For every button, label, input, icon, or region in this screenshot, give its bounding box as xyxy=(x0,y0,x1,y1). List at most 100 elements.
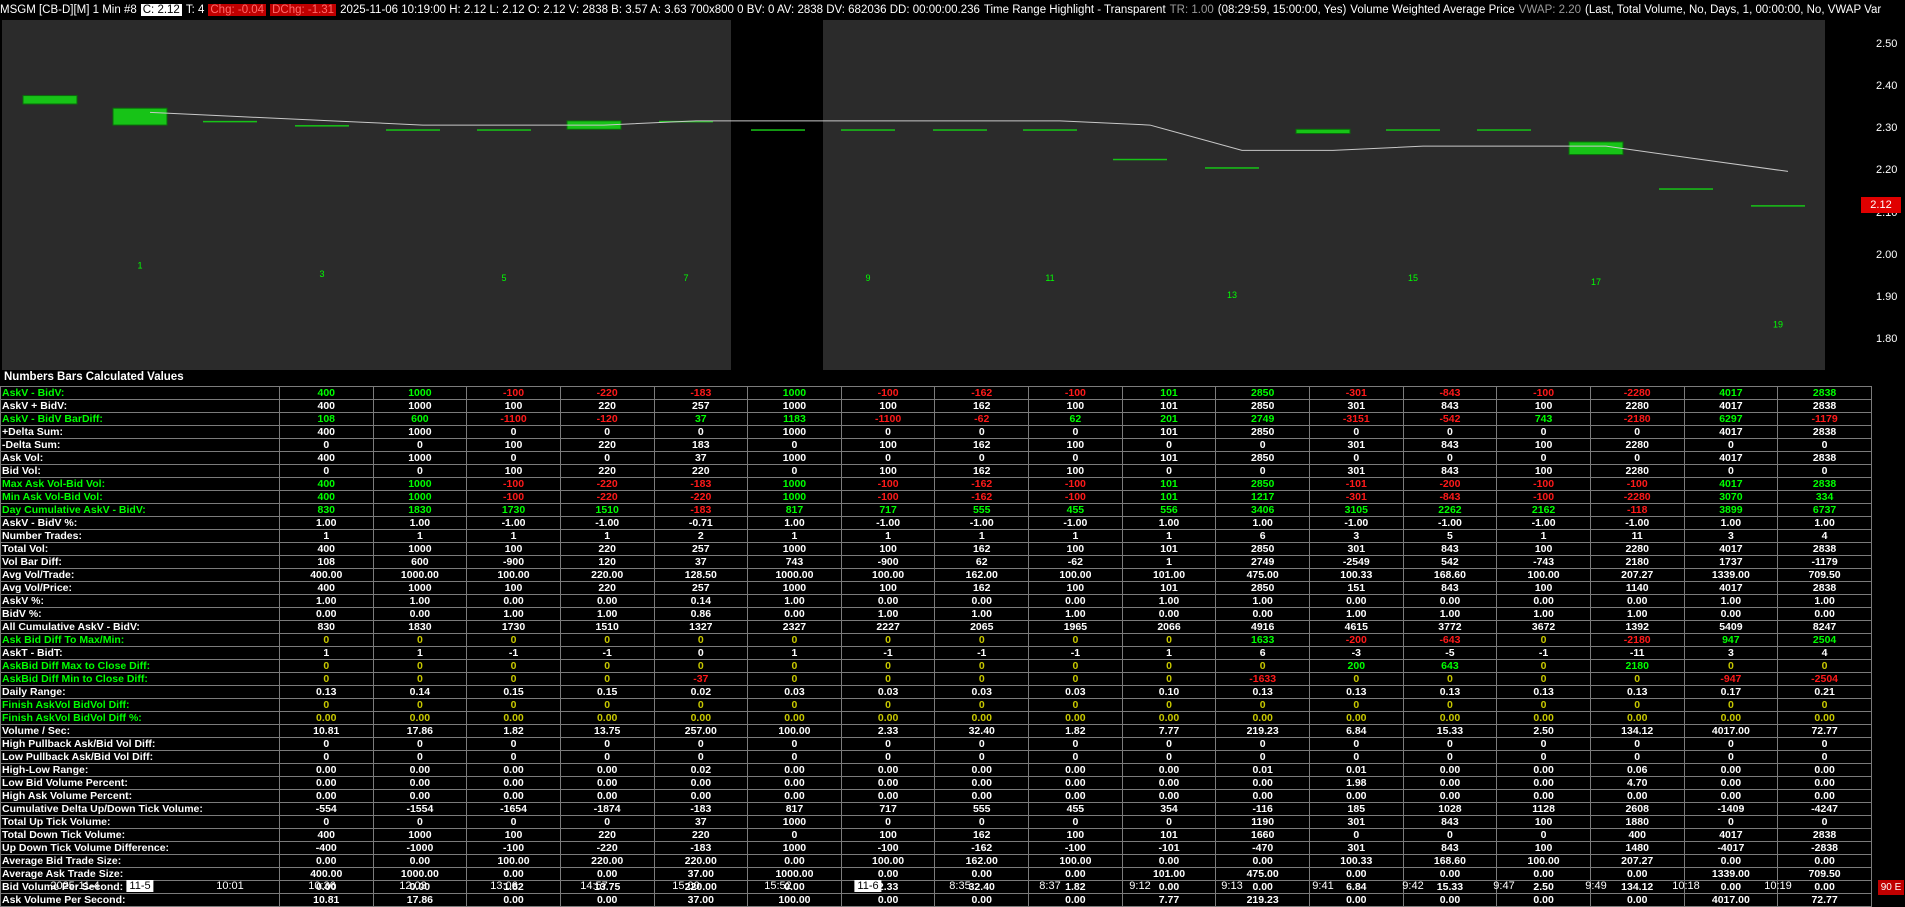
value-cell: 100.00 xyxy=(840,854,936,868)
value-cell: 6 xyxy=(1215,529,1310,543)
candle[interactable] xyxy=(1023,129,1077,131)
candle[interactable] xyxy=(1751,205,1805,207)
value-cell: 0 xyxy=(1121,698,1217,712)
value-cell: 0.00 xyxy=(466,763,561,777)
value-cell: 0.00 xyxy=(1683,789,1779,803)
study-row: Average Bid Trade Size: 0.00 0.00 100.00 220… xyxy=(0,854,1872,868)
value-cell: -743 xyxy=(1496,555,1591,569)
value-cell: 32.40 xyxy=(934,724,1030,738)
row-label: Day Cumulative AskV - BidV: xyxy=(0,503,280,517)
value-cell: 0 xyxy=(934,750,1030,764)
candle[interactable] xyxy=(841,129,895,131)
value-cell: 1965 xyxy=(1028,620,1123,634)
study-row: High Ask Volume Percent: 0.00 0.00 0.00 0.00… xyxy=(0,789,1872,803)
value-cell: 3105 xyxy=(1308,503,1404,517)
row-label: AskV %: xyxy=(0,594,280,608)
value-cell: 0 xyxy=(1308,425,1404,439)
row-label: Avg Vol/Price: xyxy=(0,581,280,595)
value-cell: 0 xyxy=(1589,672,1685,686)
candle[interactable] xyxy=(22,95,78,105)
candle[interactable] xyxy=(112,107,168,126)
row-label: Total Vol: xyxy=(0,542,280,556)
value-cell: -1874 xyxy=(559,802,655,816)
price-chart[interactable]: 13 5 7 9 111315 1719 xyxy=(0,0,1860,372)
study-row: BidV %: 0.00 0.00 1.00 1.00 0.86 0.00 1.00 1.00 1… xyxy=(0,607,1872,621)
value-cell: 2838 xyxy=(1777,425,1872,439)
candle[interactable] xyxy=(1568,141,1624,156)
candle[interactable] xyxy=(203,120,257,123)
value-cell: 0 xyxy=(1496,750,1591,764)
value-cell: 0.00 xyxy=(1121,763,1217,777)
value-cell: -100 xyxy=(1496,490,1591,504)
value-cell: 0 xyxy=(1496,633,1591,647)
value-cell: -2504 xyxy=(1777,672,1872,686)
bar-number-label: 15 xyxy=(1408,273,1418,283)
value-cell: 400 xyxy=(278,399,374,413)
bar-number-label: 3 xyxy=(319,269,324,279)
candle[interactable] xyxy=(1659,188,1713,190)
value-cell: 0 xyxy=(934,672,1030,686)
value-cell: 0.00 xyxy=(1215,776,1310,790)
value-cell: 0 xyxy=(1215,698,1310,712)
value-cell: 1.82 xyxy=(1028,724,1123,738)
value-cell: 830 xyxy=(278,620,374,634)
value-cell: 354 xyxy=(1121,802,1217,816)
candle[interactable] xyxy=(386,129,440,131)
value-cell: 0.00 xyxy=(1215,789,1310,803)
value-cell: 185 xyxy=(1308,802,1404,816)
value-cell: 1.00 xyxy=(1777,516,1872,530)
candle[interactable] xyxy=(477,129,531,131)
study-row: Low Pullback Ask/Bid Vol Diff: 0 0 0 0 0 0 0 0 0 0… xyxy=(0,750,1872,764)
value-cell: -3151 xyxy=(1308,412,1404,426)
value-cell: 62 xyxy=(1028,412,1123,426)
value-cell: 301 xyxy=(1308,542,1404,556)
candle[interactable] xyxy=(295,125,349,127)
value-cell: 0.00 xyxy=(747,789,842,803)
time-label: 8:35 xyxy=(949,880,971,892)
value-cell: 1 xyxy=(1121,529,1217,543)
candle[interactable] xyxy=(1205,167,1259,169)
value-cell: 1730 xyxy=(466,503,561,517)
value-cell: 400 xyxy=(1589,828,1685,842)
value-cell: 101.00 xyxy=(1121,568,1217,582)
candle[interactable] xyxy=(751,129,805,131)
value-cell: 257 xyxy=(653,542,749,556)
value-cell: -200 xyxy=(1402,477,1498,491)
value-cell: -1100 xyxy=(466,412,561,426)
value-cell: 0.00 xyxy=(1121,789,1217,803)
price-tick: 2.20 xyxy=(1876,164,1898,177)
value-cell: 0.00 xyxy=(1402,711,1498,725)
value-cell: -100 xyxy=(1028,386,1123,400)
value-cell: 0 xyxy=(1121,737,1217,751)
price-axis[interactable]: 2.502.402.302.202.102.001.901.802.12 xyxy=(1860,0,1905,380)
value-cell: -1 xyxy=(840,646,936,660)
row-label: Number Trades: xyxy=(0,529,280,543)
value-cell: 0.00 xyxy=(278,776,374,790)
value-cell: 0.00 xyxy=(747,607,842,621)
value-cell: 843 xyxy=(1402,581,1498,595)
value-cell: 7.77 xyxy=(1121,724,1217,738)
value-cell: 0 xyxy=(559,698,655,712)
value-cell: 128.50 xyxy=(653,568,749,582)
value-cell: 0 xyxy=(1683,464,1779,478)
value-cell: -1.00 xyxy=(1308,516,1404,530)
value-cell: 0 xyxy=(747,750,842,764)
value-cell: 151 xyxy=(1308,581,1404,595)
value-cell: 100 xyxy=(1496,542,1591,556)
value-cell: 0 xyxy=(1402,737,1498,751)
candle[interactable] xyxy=(933,129,987,131)
value-cell: 37 xyxy=(653,555,749,569)
candle[interactable] xyxy=(1386,129,1440,131)
time-axis[interactable]: 2025-11-4 11-5 10:01 10:36 12:03 13:06 14:57 15… xyxy=(0,875,1905,897)
time-label: 11-6 xyxy=(854,880,882,892)
value-cell: 0 xyxy=(1028,633,1123,647)
study-row: AskBid Diff Min to Close Diff: 0 0 0 0 -37 0 0 0… xyxy=(0,672,1872,686)
candle[interactable] xyxy=(1477,129,1531,131)
value-cell: 475.00 xyxy=(1215,568,1310,582)
candle[interactable] xyxy=(1113,158,1167,161)
value-cell: 37 xyxy=(653,451,749,465)
candle[interactable] xyxy=(1295,128,1351,135)
value-cell: 3406 xyxy=(1215,503,1310,517)
time-label: 9:47 xyxy=(1493,880,1515,892)
value-cell: 3 xyxy=(1683,646,1779,660)
